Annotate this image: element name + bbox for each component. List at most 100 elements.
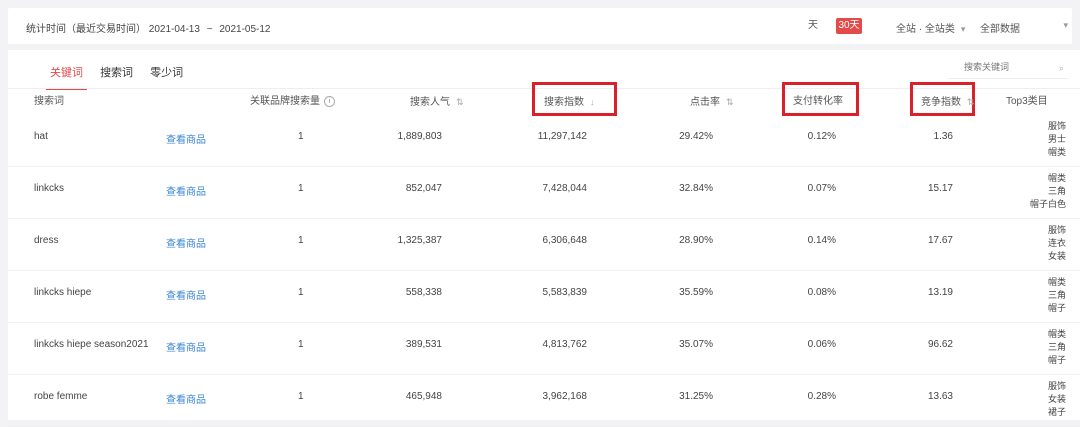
view-products-link[interactable]: 查看商品 [166,183,206,198]
cell-keyword: hat [34,131,48,142]
category-select-value: 全站 · 全站类 [896,24,955,35]
sort-icon[interactable]: ⇅ [967,97,975,107]
cell-compete: 17.67 [927,235,953,246]
keyword-search[interactable]: ⌕ [948,60,1068,79]
category-tag: 三角 [1047,186,1066,196]
keyword-table-panel: 关键词 搜索词 零少词 ⌕ 搜索词 关联品牌搜索量i 搜索人气⇅ 搜索指数↓ 点… [8,50,1080,427]
cell-search-index: 7,428,044 [542,183,588,194]
cell-pay-rate: 0.12% [807,131,836,142]
cell-click-rate: 32.84% [679,183,713,194]
data-scope-select-value: 全部数据 [980,24,1020,35]
cell-search-pop: 389,531 [405,339,442,350]
category-tag: 连衣 [1047,238,1066,248]
cell-pay-rate: 0.06% [807,339,836,350]
cell-compete: 13.19 [927,287,953,298]
col-header-keyword: 搜索词 [34,96,64,107]
cell-keyword: linkcks [34,183,65,194]
cell-click-rate: 31.25% [679,391,713,402]
cell-keyword: dress [34,235,59,246]
cell-click-rate: 28.90% [679,235,713,246]
data-scope-select[interactable]: 全部数据 ▾ [980,20,1068,35]
cell-compete: 15.17 [927,183,953,194]
info-icon[interactable]: i [324,95,335,107]
cell-related: 1 [298,131,304,142]
cell-search-index: 5,583,839 [542,287,588,298]
category-tag: 三角 [1047,342,1066,352]
category-tag: 服饰 [1047,121,1066,131]
table-row[interactable]: linkcks 查看商品 1 852,047 7,428,044 32.84% 0.07% 1… [8,168,1080,219]
category-tag: 帽类 [1047,147,1066,157]
date-from: 2021-04-13 [148,24,200,35]
chevron-down-icon: ▾ [1063,20,1068,30]
cell-pay-rate: 0.07% [807,183,836,194]
col-header-related: 关联品牌搜索量 i [250,94,335,110]
cell-keyword: linkcks hiepe [34,287,92,298]
cell-search-pop: 1,889,803 [397,131,443,142]
sort-desc-icon[interactable]: ↓ [590,97,595,107]
table-row[interactable]: dress 查看商品 1 1,325,387 6,306,648 28.90% 0.14% 1… [8,220,1080,271]
col-header-pay-rate[interactable]: 支付转化率 [793,94,843,110]
cell-keyword: linkcks hiepe season2021 [34,339,149,350]
cell-search-index: 4,813,762 [542,339,588,350]
date-separator: ~ [206,24,213,35]
cell-click-rate: 29.42% [679,131,713,142]
category-tag: 三角 [1047,290,1066,300]
cell-compete: 96.62 [927,339,953,350]
cell-pay-rate: 0.08% [807,287,836,298]
view-products-link[interactable]: 查看商品 [166,235,206,250]
sort-icon[interactable]: ⇅ [726,97,734,107]
chevron-down-icon: ▾ [960,24,966,34]
col-header-search-pop[interactable]: 搜索人气 ⇅ [410,94,464,110]
view-products-link[interactable]: 查看商品 [166,339,206,354]
category-tag: 帽子 [1047,303,1066,313]
search-icon[interactable]: ⌕ [1059,63,1064,74]
category-tag: 服饰 [1047,225,1066,235]
cell-click-rate: 35.59% [679,287,713,298]
view-products-link[interactable]: 查看商品 [166,391,206,406]
range-30d-button[interactable]: 30天 [836,18,862,34]
category-tag: 男士 [1047,134,1066,144]
cell-related: 1 [298,391,304,402]
table-row[interactable]: linkcks hiepe 查看商品 1 558,338 5,583,839 35.59%… [8,272,1080,323]
category-select[interactable]: 全站 · 全站类 ▾ [896,20,965,35]
date-to: 2021-05-12 [219,24,271,35]
cell-keyword: robe femme [34,391,88,402]
category-tag: 裙子 [1047,407,1066,417]
tab-few-terms[interactable]: 零少词 [150,64,183,90]
category-tag: 女装 [1047,394,1066,404]
range-day-button[interactable]: 天 [808,18,818,34]
cell-top3-categories: 服饰 连衣 女装 [1048,224,1066,263]
cell-related: 1 [298,287,304,298]
cell-top3-categories: 服饰 男士 帽类 [1048,120,1066,159]
col-header-click-rate[interactable]: 点击率 ⇅ [690,94,734,110]
cell-search-index: 3,962,168 [542,391,588,402]
search-input[interactable] [948,60,1060,72]
tab-search-terms[interactable]: 搜索词 [100,64,133,90]
tab-keywords[interactable]: 关键词 [46,64,87,90]
table-row[interactable]: hat 查看商品 1 1,889,803 11,297,142 29.42% 0.12% 1.… [8,116,1080,167]
cell-top3-categories: 帽类 三角 帽子 [1048,276,1066,315]
cell-search-pop: 1,325,387 [397,235,443,246]
category-tag: 帽类 [1047,277,1066,287]
cell-top3-categories: 服饰 女装 裙子 [1048,380,1066,419]
cell-pay-rate: 0.28% [807,391,836,402]
table-row[interactable]: robe femme 查看商品 1 465,948 3,962,168 31.25% 0.2… [8,376,1080,427]
cell-related: 1 [298,183,304,194]
cell-top3-categories: 帽类 三角 帽子 [1048,328,1066,367]
cell-search-pop: 465,948 [405,391,442,402]
table-row[interactable]: linkcks hiepe season2021 查看商品 1 389,531 4,81… [8,324,1080,375]
view-products-link[interactable]: 查看商品 [166,131,206,146]
col-header-search-index[interactable]: 搜索指数 ↓ [544,94,595,110]
filter-bar: 统计时间（最近交易时间） 2021-04-13 ~ 2021-05-12 天 3… [8,8,1072,44]
sort-icon[interactable]: ⇅ [456,97,464,107]
cell-compete: 13.63 [927,391,953,402]
category-tag: 帽类 [1047,329,1066,339]
cell-compete: 1.36 [933,131,953,142]
col-header-top3: Top3类目 [1006,96,1048,107]
period-label: 统计时间（最近交易时间） [26,24,146,35]
col-header-compete[interactable]: 竞争指数 ⇅ [921,94,975,110]
tab-bar: 关键词 搜索词 零少词 [46,64,197,90]
category-tag: 帽子白色 [1029,199,1066,209]
view-products-link[interactable]: 查看商品 [166,287,206,302]
cell-search-pop: 558,338 [405,287,442,298]
